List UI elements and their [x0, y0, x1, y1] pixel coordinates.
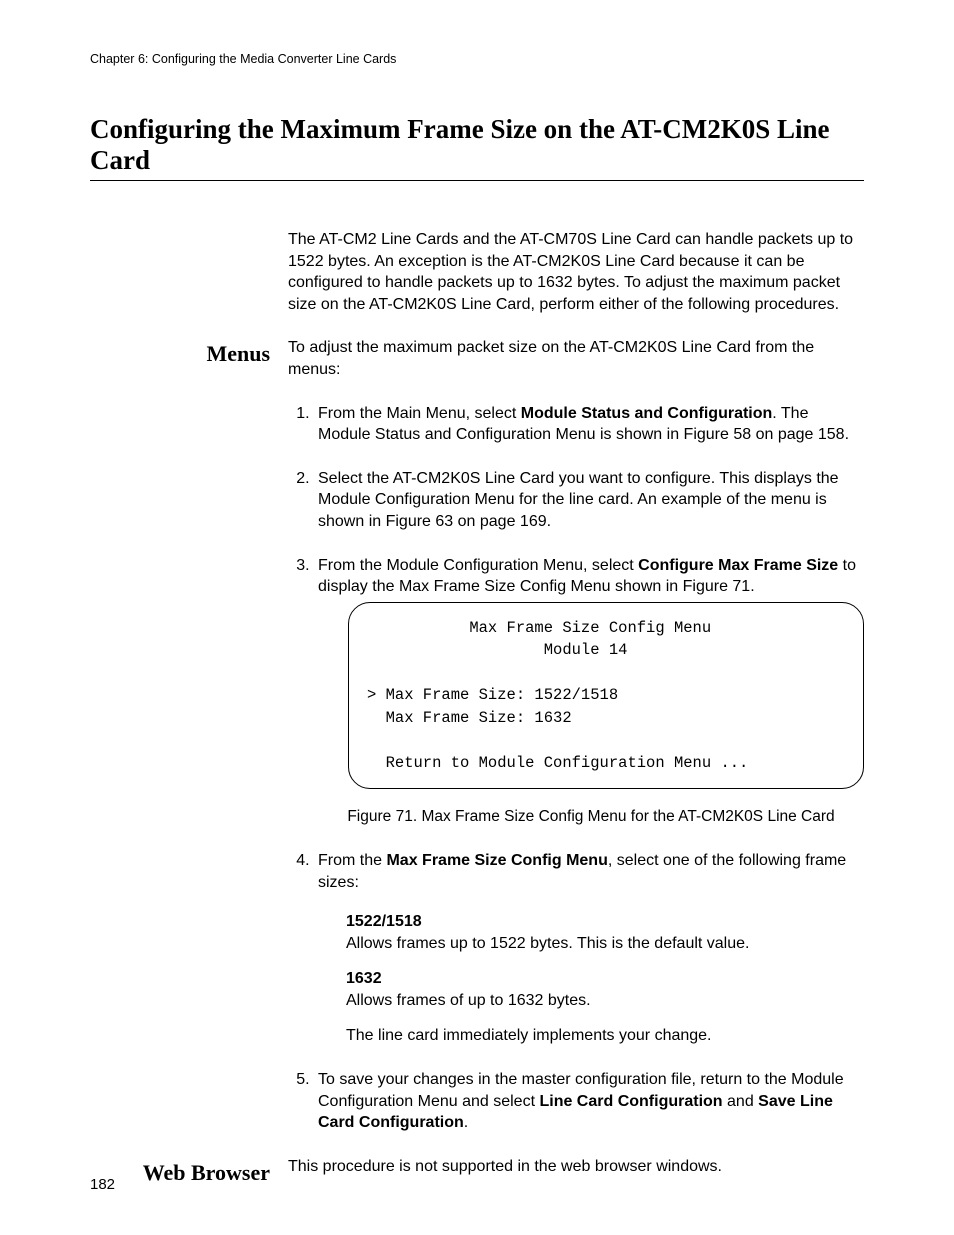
step-4-bold: Max Frame Size Config Menu: [386, 852, 607, 869]
step-1-bold: Module Status and Configuration: [521, 405, 773, 422]
intro-block: The AT-CM2 Line Cards and the AT-CM70S L…: [288, 229, 864, 337]
web-text: This procedure is not supported in the w…: [288, 1156, 864, 1178]
page: Chapter 6: Configuring the Media Convert…: [0, 0, 954, 1235]
option-2-desc: Allows frames of up to 1632 bytes.: [346, 990, 864, 1012]
step-4: From the Max Frame Size Config Menu, sel…: [314, 850, 864, 1047]
step-1: From the Main Menu, select Module Status…: [314, 403, 864, 446]
page-number: 182: [90, 1176, 115, 1193]
note-text: The line card immediately implements you…: [346, 1027, 712, 1044]
page-title: Configuring the Maximum Frame Size on th…: [90, 114, 864, 181]
option-1-desc: Allows frames up to 1522 bytes. This is …: [346, 933, 864, 955]
body-grid: The AT-CM2 Line Cards and the AT-CM70S L…: [90, 229, 864, 1199]
web-content: This procedure is not supported in the w…: [288, 1156, 864, 1200]
section-label-web: Web Browser: [90, 1156, 270, 1200]
option-2-term: 1632: [346, 968, 864, 990]
step-4-text-a: From the: [318, 852, 386, 869]
step-3: From the Module Configuration Menu, sele…: [314, 555, 864, 828]
step-3-bold: Configure Max Frame Size: [638, 557, 838, 574]
note-line: The line card immediately implements you…: [346, 1025, 864, 1047]
step-5: To save your changes in the master confi…: [314, 1069, 864, 1134]
section-label-menus: Menus: [90, 337, 270, 1155]
step-5-bold-1: Line Card Configuration: [539, 1093, 722, 1110]
option-1-term: 1522/1518: [346, 911, 864, 933]
step-1-text-a: From the Main Menu, select: [318, 405, 521, 422]
figure-caption: Figure 71. Max Frame Size Config Menu fo…: [318, 807, 864, 828]
config-menu-box: Max Frame Size Config Menu Module 14 > M…: [348, 602, 864, 789]
step-2: Select the AT-CM2K0S Line Card you want …: [314, 468, 864, 533]
step-3-text-a: From the Module Configuration Menu, sele…: [318, 557, 638, 574]
step-2-text: Select the AT-CM2K0S Line Card you want …: [318, 470, 839, 530]
chapter-header: Chapter 6: Configuring the Media Convert…: [90, 52, 864, 66]
step-5-text-c: and: [723, 1093, 759, 1110]
steps-list: From the Main Menu, select Module Status…: [288, 403, 864, 1134]
step-5-text-e: .: [464, 1114, 468, 1131]
spacer: [90, 229, 270, 337]
intro-paragraph: The AT-CM2 Line Cards and the AT-CM70S L…: [288, 229, 864, 315]
menus-content: To adjust the maximum packet size on the…: [288, 337, 864, 1155]
option-1: 1522/1518 Allows frames up to 1522 bytes…: [346, 911, 864, 954]
option-2: 1632 Allows frames of up to 1632 bytes.: [346, 968, 864, 1011]
menus-intro: To adjust the maximum packet size on the…: [288, 337, 864, 380]
